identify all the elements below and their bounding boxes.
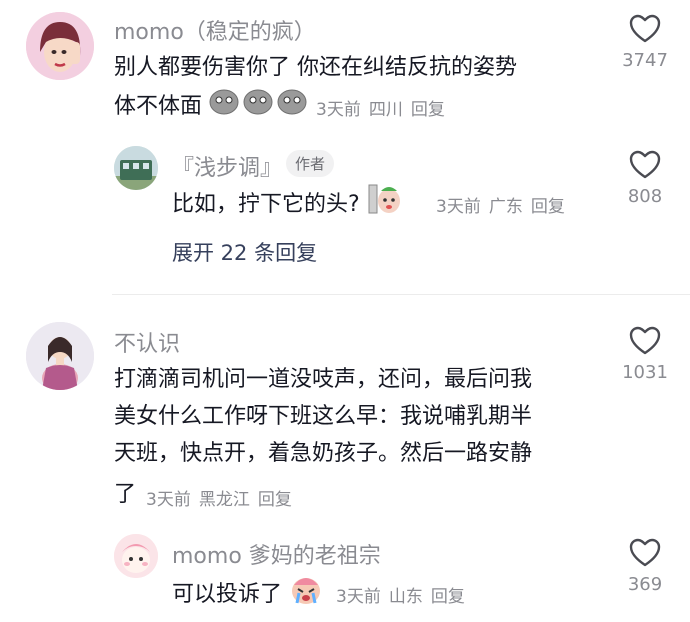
reply-button[interactable]: 回复 bbox=[411, 95, 445, 120]
reply-location: 广东 bbox=[488, 197, 523, 217]
heart-icon bbox=[629, 326, 661, 355]
like-count: 1031 bbox=[622, 362, 668, 383]
comment-time: 3天前 bbox=[316, 100, 361, 120]
avatar[interactable] bbox=[26, 322, 94, 390]
like-button[interactable]: 808 bbox=[610, 150, 680, 207]
heart-icon bbox=[629, 538, 661, 567]
avatar[interactable] bbox=[26, 12, 94, 80]
avatar[interactable] bbox=[114, 534, 158, 578]
comment-text-line: 了 bbox=[114, 482, 137, 507]
reply-author[interactable]: momo 爹妈的老祖宗 bbox=[172, 538, 381, 570]
like-count: 369 bbox=[627, 574, 663, 595]
like-button[interactable]: 3747 bbox=[610, 14, 680, 71]
comment-text-line: 别人都要伤害你了 你还在纠结反抗的姿势 bbox=[114, 55, 517, 80]
comment-location: 四川 bbox=[368, 100, 403, 120]
reply-text: 可以投诉了 bbox=[172, 573, 323, 617]
crying-sticker-icon bbox=[289, 573, 323, 617]
reply-text-content: 比如，拧下它的头? bbox=[172, 192, 360, 217]
comment-text-line: 美女什么工作呀下班这么早：我说哺乳期半 bbox=[114, 404, 533, 429]
reply-text: 比如，拧下它的头? bbox=[172, 183, 401, 227]
comment-text-line-content: 体不体面 bbox=[114, 94, 203, 119]
comment-text-line: 天班，快点开，着急奶孩子。然后一路安静 bbox=[114, 441, 533, 466]
reply-text-content: 可以投诉了 bbox=[172, 582, 283, 607]
reply-time: 3天前 bbox=[436, 197, 481, 217]
comment-location: 黑龙江 bbox=[198, 490, 250, 510]
reply-time: 3天前 bbox=[336, 587, 381, 607]
author-badge: 作者 bbox=[286, 150, 335, 177]
comment-author[interactable]: momo（稳定的疯） bbox=[114, 14, 316, 46]
reply-button[interactable]: 回复 bbox=[258, 485, 292, 510]
comment-text-line: 体不体面 bbox=[114, 86, 307, 128]
like-count: 3747 bbox=[622, 50, 668, 71]
expand-replies-button[interactable]: 展开 22 条回复 bbox=[172, 237, 317, 267]
like-button[interactable]: 1031 bbox=[610, 326, 680, 383]
reply-author[interactable]: 『浅步调』 bbox=[172, 150, 282, 182]
reply-button[interactable]: 回复 bbox=[531, 192, 565, 217]
reply-meta: 3天前 广东 回复 bbox=[436, 192, 565, 217]
comment-author[interactable]: 不认识 bbox=[114, 326, 180, 358]
heart-icon bbox=[629, 150, 661, 179]
comment-meta: 3天前 黑龙江 回复 bbox=[146, 485, 292, 510]
reply-location: 山东 bbox=[388, 587, 423, 607]
comment-time: 3天前 bbox=[146, 490, 191, 510]
avatar[interactable] bbox=[114, 146, 158, 190]
reply-meta: 3天前 山东 回复 bbox=[336, 582, 465, 607]
like-button[interactable]: 369 bbox=[610, 538, 680, 595]
rock-emoji-icon bbox=[209, 86, 307, 128]
comment-meta: 3天前 四川 回复 bbox=[316, 95, 445, 120]
comment-text-line: 打滴滴司机问一道没吱声，还问，最后问我 bbox=[114, 367, 533, 392]
reply-button[interactable]: 回复 bbox=[431, 582, 465, 607]
divider bbox=[112, 294, 690, 295]
sticker-emoji-icon bbox=[367, 183, 401, 227]
heart-icon bbox=[629, 14, 661, 43]
like-count: 808 bbox=[627, 186, 663, 207]
